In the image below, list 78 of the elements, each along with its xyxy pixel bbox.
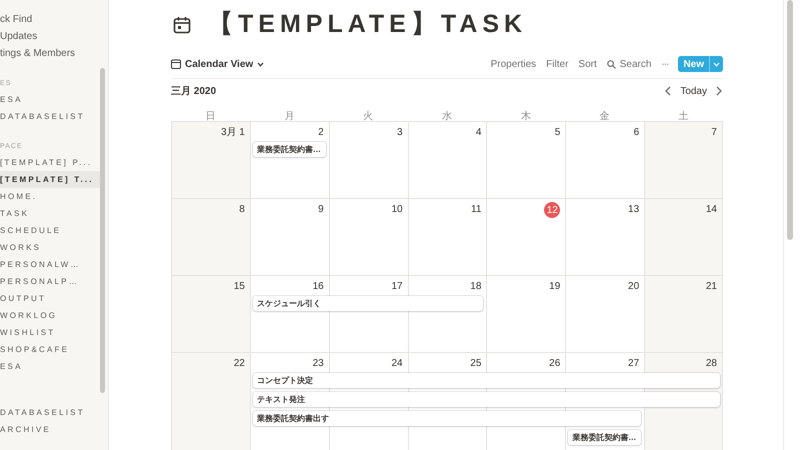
search-icon — [606, 60, 616, 68]
weekday-label: 水 — [442, 111, 452, 122]
day-number[interactable]: 26 — [549, 356, 560, 372]
month-label: 三月 2020 — [171, 84, 216, 98]
weekday-label: 月 — [284, 111, 294, 122]
day-number[interactable]: 13 — [628, 202, 640, 218]
sidebar-item[interactable]: ARCHIVE — [0, 421, 100, 438]
sidebar-item[interactable]: SHOP&CAFE — [0, 341, 100, 358]
event-card[interactable]: 業務委託契約書… — [568, 430, 642, 445]
day-number[interactable]: 4 — [476, 125, 482, 141]
sidebar-item[interactable]: ESA — [0, 358, 100, 375]
sidebar-item[interactable]: WORKS — [0, 239, 100, 256]
day-number[interactable]: 27 — [628, 356, 640, 372]
event-card[interactable]: コンセプト決定 — [252, 373, 720, 388]
sidebar-item[interactable]: [TEMPLATE] T... — [0, 171, 100, 188]
day-number[interactable]: 11 — [471, 202, 482, 218]
sidebar-item[interactable]: [TEMPLATE] P... — [0, 154, 100, 171]
sidebar-item[interactable]: ESA — [0, 91, 100, 108]
next-icon[interactable] — [715, 86, 723, 96]
sidebar-link[interactable]: ck Find — [0, 11, 100, 28]
toolbar-button[interactable]: Properties — [490, 56, 536, 72]
day-number[interactable]: 25 — [470, 356, 482, 372]
sidebar-item[interactable]: HOME. — [0, 188, 100, 205]
day-number[interactable]: 3 — [397, 125, 403, 141]
weekday-label: 土 — [678, 111, 689, 122]
day-number[interactable]: 28 — [706, 356, 717, 372]
weekday-label: 金 — [600, 111, 610, 122]
sidebar-item[interactable]: DATABASELIST — [0, 108, 100, 125]
sidebar-item[interactable]: SCHEDULE — [0, 222, 100, 239]
day-number[interactable]: 6 — [634, 125, 640, 141]
day-number[interactable]: 18 — [470, 279, 482, 295]
caret-icon — [713, 62, 720, 66]
day-number[interactable]: 3月 1 — [220, 125, 245, 141]
day-number[interactable]: 10 — [391, 202, 403, 218]
sidebar-item[interactable]: WISHLIST — [0, 324, 100, 341]
calendar-icon — [171, 59, 181, 69]
day-number[interactable]: 15 — [234, 279, 245, 295]
day-number[interactable]: 8 — [239, 202, 245, 218]
calendar-icon — [173, 16, 191, 34]
weekday-label: 木 — [520, 111, 531, 122]
previous-icon[interactable] — [664, 86, 672, 96]
scrollbar[interactable] — [786, 0, 792, 240]
scrollbar[interactable] — [100, 68, 105, 393]
day-number[interactable]: 16 — [312, 279, 324, 295]
event-card[interactable]: 業務委託契約書出す — [252, 411, 642, 426]
day-number[interactable]: 21 — [706, 279, 717, 295]
event-card[interactable]: 業務委託契約書… — [252, 142, 326, 157]
toolbar-button[interactable]: Filter — [546, 56, 568, 72]
day-number[interactable]: 24 — [391, 356, 403, 372]
weekday-label: 日 — [205, 111, 216, 122]
search-button[interactable]: Search — [606, 56, 652, 72]
day-number[interactable]: 23 — [312, 356, 324, 372]
day-number[interactable]: 19 — [549, 279, 560, 295]
day-number[interactable]: 22 — [234, 356, 245, 372]
sidebar-item[interactable]: OUTPUT — [0, 290, 100, 307]
day-number[interactable]: 7 — [711, 125, 717, 141]
sidebar-item[interactable]: PERSONALP… — [0, 273, 100, 290]
view-selector[interactable]: Calendar View — [171, 56, 264, 72]
page-title: 【TEMPLATE】TASK — [208, 9, 528, 40]
day-number[interactable]: 2 — [318, 125, 324, 141]
weekday-label: 火 — [363, 111, 374, 122]
day-number[interactable]: 17 — [391, 279, 403, 295]
event-card[interactable]: スケジュール引く — [252, 296, 484, 311]
caret-icon — [257, 62, 264, 66]
sidebar-link[interactable]: Updates — [0, 28, 100, 45]
day-number[interactable]: 14 — [706, 202, 717, 218]
toolbar-button[interactable]: Sort — [578, 56, 597, 72]
today-button[interactable]: Today — [680, 84, 707, 98]
sidebar-item[interactable]: WORKLOG — [0, 307, 100, 324]
event-card[interactable]: テキスト発注 — [252, 392, 720, 407]
sidebar-item[interactable]: TASK — [0, 205, 100, 222]
day-number[interactable]: 9 — [318, 202, 324, 218]
sidebar-item[interactable]: DATABASELIST — [0, 404, 100, 421]
day-number[interactable]: 20 — [628, 279, 640, 295]
sidebar-link[interactable]: tings & Members — [0, 45, 100, 62]
day-number[interactable]: 5 — [554, 125, 560, 141]
sidebar-item[interactable]: PERSONALW… — [0, 256, 100, 273]
more-button[interactable]: ··· — [661, 56, 668, 72]
